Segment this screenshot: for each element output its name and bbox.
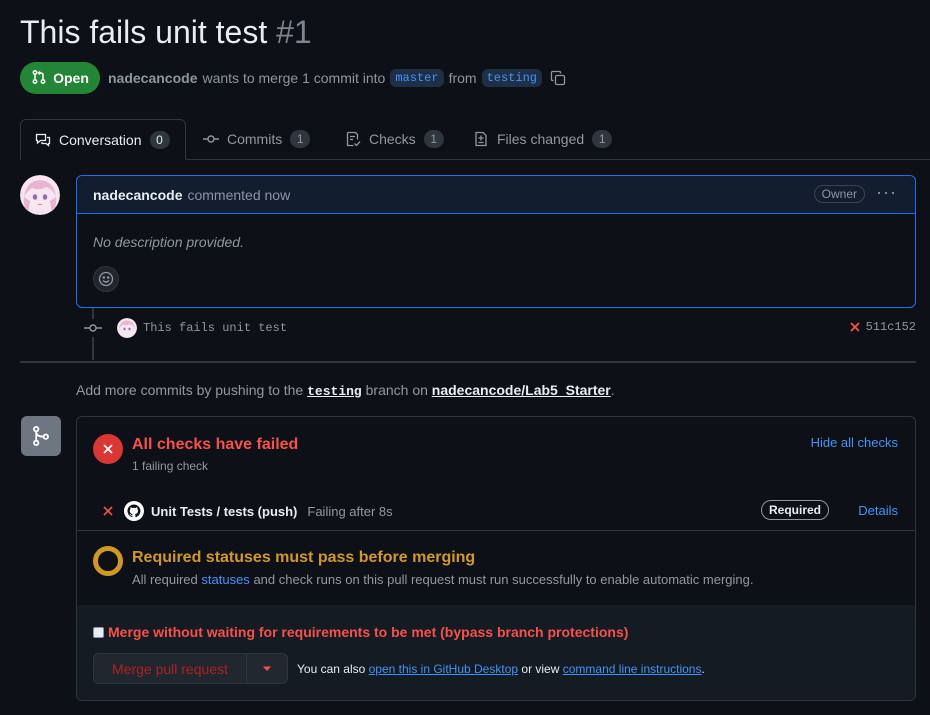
commit-sha-link[interactable]: 511c152 [866,320,916,334]
hint-repo-link[interactable]: nadecancode/Lab5_Starter [432,382,611,398]
tab-checks[interactable]: Checks 1 [331,119,458,159]
required-statuses-text: All required statuses and check runs on … [132,572,753,587]
check-name: Unit Tests / tests (push) [151,503,298,519]
checklist-icon [345,131,361,147]
required-statuses-section: Required statuses must pass before mergi… [77,530,915,606]
head-branch-link[interactable]: testing [481,69,542,87]
pr-tabs: Conversation 0 Commits 1 Checks 1 Files … [20,119,930,160]
pr-merge-text: wants to merge 1 commit into [202,70,386,86]
pr-author-link[interactable]: nadecancode [108,70,197,86]
hint-suffix: . [610,382,615,398]
pr-title-text: This fails unit test [20,14,268,50]
command-line-link[interactable]: command line instructions [563,662,702,676]
comment-discussion-icon [35,132,51,148]
merge-box: All checks have failed 1 failing check H… [76,416,916,701]
pr-from-text: from [448,70,477,86]
bypass-label[interactable]: Merge without waiting for requirements t… [108,624,628,640]
copy-icon[interactable] [550,70,566,86]
pending-ring-icon [93,546,123,576]
tab-label: Checks [369,131,416,147]
bypass-checkbox[interactable] [93,626,104,638]
tab-counter: 1 [290,130,311,148]
pr-state-label: Open [53,70,89,86]
check-details-link[interactable]: Details [858,503,898,518]
timeline-divider [20,361,916,363]
alt-prefix: You can also [297,662,366,676]
commit-sha-group: 511c152 [849,320,916,334]
pr-state-badge: Open [20,62,100,94]
tab-files-changed[interactable]: Files changed 1 [459,119,626,159]
tab-conversation[interactable]: Conversation 0 [20,119,186,160]
merge-method-dropdown[interactable] [246,653,288,684]
checks-summary: All checks have failed 1 failing check H… [77,417,915,493]
tab-counter: 1 [592,130,613,148]
comment-box: nadecancode commented now Owner ··· No d… [76,175,916,308]
check-status: Failing after 8s [307,503,393,519]
tab-counter: 0 [149,130,170,149]
hint-prefix: Add more commits by pushing to the [76,382,304,398]
commit-message-link[interactable]: This fails unit test [143,321,287,335]
tab-counter: 1 [423,130,444,148]
git-merge-icon [21,416,61,456]
git-pull-request-icon [31,69,47,88]
checks-title: All checks have failed [132,436,299,453]
tab-label: Files changed [497,131,585,147]
hint-branch-link[interactable]: testing [307,384,362,399]
x-icon [102,505,114,517]
triangle-down-icon [262,666,272,672]
pr-title: This fails unit test #1 [20,14,312,51]
alt-middle: or view [521,662,560,676]
git-commit-icon [203,131,219,147]
github-mark-icon [124,501,144,521]
pr-meta: nadecancode wants to merge 1 commit into… [108,69,566,87]
x-circle-icon [93,434,123,464]
required-statuses-title: Required statuses must pass before mergi… [132,549,476,566]
statuses-link[interactable]: statuses [201,572,249,587]
tab-commits[interactable]: Commits 1 [189,119,324,159]
avatar[interactable] [20,175,60,215]
smiley-icon[interactable] [93,266,119,292]
tab-label: Conversation [59,131,142,148]
owner-badge: Owner [813,185,865,203]
required-badge: Required [760,500,829,520]
base-branch-link[interactable]: master [390,69,444,87]
comment-author[interactable]: nadecancode [93,187,182,203]
req-suffix: and check runs on this pull request must… [253,572,754,587]
kebab-horizontal-icon[interactable]: ··· [876,182,897,203]
alt-suffix: . [701,662,705,676]
file-diff-icon [473,131,489,147]
merge-pull-request-button[interactable]: Merge pull request [93,653,247,684]
pr-number: #1 [276,14,312,50]
req-prefix: All required [132,572,198,587]
alternative-merge-text: You can also open this in GitHub Desktop… [297,662,705,676]
commit-author-avatar[interactable] [117,318,137,338]
comment-time[interactable]: commented now [187,187,290,203]
check-run-row: Unit Tests / tests (push) Failing after … [77,492,915,531]
git-commit-icon [84,319,102,337]
push-hint: Add more commits by pushing to the testi… [76,382,615,399]
hide-all-checks-button[interactable]: Hide all checks [811,435,898,450]
github-desktop-link[interactable]: open this in GitHub Desktop [369,662,518,676]
tab-label: Commits [227,131,283,147]
timeline-commit: This fails unit test 511c152 [84,317,916,339]
hint-middle: branch on [365,382,428,398]
merge-actions: Merge without waiting for requirements t… [77,605,915,700]
comment-header: nadecancode commented now Owner ··· [77,176,915,214]
comment-body: No description provided. [93,234,244,250]
x-icon[interactable] [849,321,861,333]
checks-subtitle: 1 failing check [132,459,209,473]
bypass-option[interactable]: Merge without waiting for requirements t… [93,624,628,640]
